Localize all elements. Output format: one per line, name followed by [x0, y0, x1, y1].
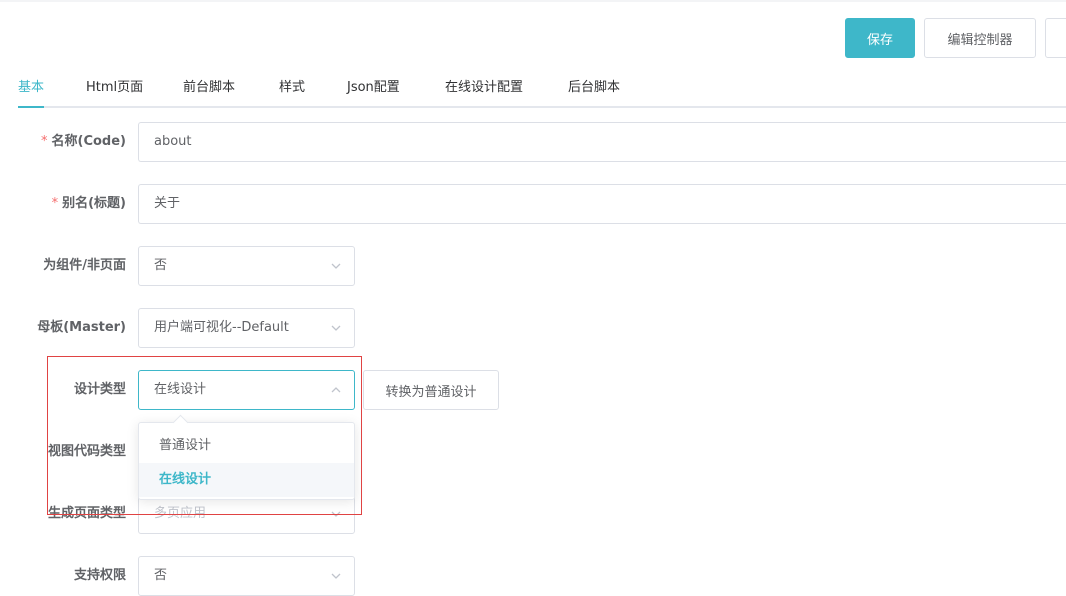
tab-json-config[interactable]: Json配置 — [347, 68, 400, 108]
option-normal-design[interactable]: 普通设计 — [139, 429, 354, 463]
chevron-down-icon — [331, 573, 341, 579]
page-type-label: 生成页面类型 — [47, 506, 126, 521]
name-input[interactable]: about — [138, 122, 1066, 162]
tab-bar: 基本 Html页面 前台脚本 样式 Json配置 在线设计配置 后台脚本 — [0, 68, 1066, 108]
support-permission-label: 支持权限 — [73, 568, 126, 583]
support-permission-select[interactable]: 否 — [138, 556, 355, 596]
page-type-select[interactable]: 多页应用 — [138, 494, 355, 534]
tab-online-design-config[interactable]: 在线设计配置 — [445, 68, 523, 108]
design-type-label: 设计类型 — [73, 382, 126, 397]
alias-label-text: 别名(标题) — [62, 196, 126, 211]
tab-backend-script[interactable]: 后台脚本 — [568, 68, 620, 108]
design-type-select[interactable]: 在线设计 — [138, 370, 355, 410]
more-button[interactable] — [1045, 18, 1066, 58]
is-component-label: 为组件/非页面 — [43, 258, 126, 273]
name-label: * 名称(Code) — [41, 122, 126, 162]
page-type-value: 多页应用 — [154, 506, 207, 521]
chevron-down-icon — [331, 511, 341, 517]
chevron-down-icon — [331, 263, 341, 269]
chevron-up-icon — [331, 387, 341, 393]
view-code-type-label: 视图代码类型 — [47, 444, 126, 459]
design-type-dropdown: 普通设计 在线设计 — [138, 414, 355, 500]
dropdown-arrow — [172, 414, 189, 431]
support-permission-value: 否 — [154, 568, 168, 583]
save-button[interactable]: 保存 — [845, 18, 915, 58]
chevron-down-icon — [331, 325, 341, 331]
tab-style[interactable]: 样式 — [279, 68, 305, 108]
required-mark: * — [41, 134, 48, 149]
tab-frontend-script[interactable]: 前台脚本 — [183, 68, 235, 108]
tab-basic[interactable]: 基本 — [18, 68, 45, 108]
convert-to-normal-design-button[interactable]: 转换为普通设计 — [363, 370, 499, 410]
master-select[interactable]: 用户端可视化--Default — [138, 308, 355, 348]
option-online-design[interactable]: 在线设计 — [139, 463, 354, 497]
top-divider — [0, 0, 1066, 2]
master-value: 用户端可视化--Default — [154, 320, 289, 335]
required-mark: * — [51, 196, 59, 211]
tab-underline — [18, 106, 1066, 108]
design-type-value: 在线设计 — [154, 382, 207, 397]
alias-label: * 别名(标题) — [52, 184, 126, 224]
alias-input[interactable]: 关于 — [138, 184, 1066, 224]
name-label-text: 名称(Code) — [51, 134, 126, 149]
edit-controller-button[interactable]: 编辑控制器 — [924, 18, 1036, 58]
is-component-select[interactable]: 否 — [138, 246, 355, 286]
is-component-value: 否 — [154, 258, 168, 273]
master-label: 母板(Master) — [37, 320, 126, 335]
tab-html-page[interactable]: Html页面 — [86, 68, 143, 108]
